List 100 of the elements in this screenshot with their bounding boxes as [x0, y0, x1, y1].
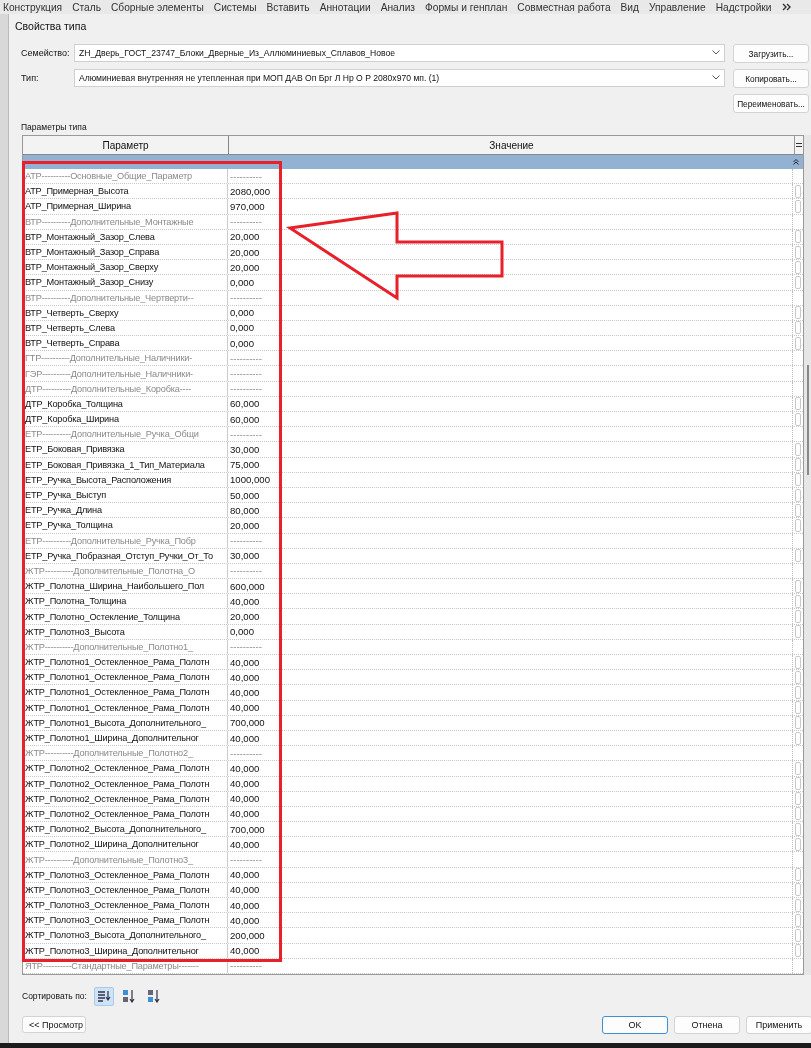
ribbon-tab[interactable]: Сталь: [72, 1, 101, 13]
parameter-value[interactable]: 200,000: [230, 929, 265, 941]
parameter-value[interactable]: 0,000: [230, 337, 254, 349]
parameter-value[interactable]: 0,000: [230, 276, 254, 288]
formula-button[interactable]: [795, 761, 801, 775]
parameter-value[interactable]: 1000,000: [230, 474, 270, 486]
ribbon-tab[interactable]: Надстройки: [715, 1, 772, 13]
formula-button[interactable]: [795, 230, 801, 244]
formula-button[interactable]: [795, 260, 801, 274]
parameter-value[interactable]: 40,000: [230, 914, 260, 926]
parameter-value[interactable]: 20,000: [230, 519, 260, 531]
ribbon-tab[interactable]: Анализ: [380, 1, 416, 13]
formula-button[interactable]: [795, 594, 801, 608]
formula-button[interactable]: [795, 655, 801, 669]
formula-button[interactable]: [795, 549, 801, 563]
formula-button[interactable]: [795, 610, 801, 624]
dialog-button[interactable]: OK: [602, 1015, 668, 1034]
parameter-value[interactable]: ----------: [230, 170, 262, 182]
column-header[interactable]: Параметр: [23, 136, 229, 154]
formula-button[interactable]: [795, 199, 801, 213]
parameter-value[interactable]: ----------: [230, 368, 262, 380]
formula-button[interactable]: [795, 731, 801, 745]
dropdown-field[interactable]: ZH_Дверь_ГОСТ_23747_Блоки_Дверные_Из_Аллюминиевых_Сплавов_Новое: [74, 43, 725, 62]
dialog-button[interactable]: Загрузить...: [733, 44, 809, 63]
parameter-value[interactable]: 40,000: [230, 808, 260, 820]
formula-button[interactable]: [795, 822, 801, 836]
parameter-value[interactable]: 30,000: [230, 443, 260, 455]
formula-button[interactable]: [795, 245, 801, 259]
formula-button[interactable]: [795, 306, 801, 320]
parameter-value[interactable]: ----------: [230, 747, 262, 759]
formula-button[interactable]: [795, 913, 801, 927]
parameter-value[interactable]: 700,000: [230, 823, 265, 835]
chevron-down-icon[interactable]: [712, 50, 720, 55]
parameter-value[interactable]: 40,000: [230, 899, 260, 911]
dialog-button[interactable]: Отнена: [674, 1015, 740, 1034]
dialog-button[interactable]: Копировать...: [733, 69, 809, 88]
parameter-value[interactable]: 40,000: [230, 702, 260, 714]
more-icon[interactable]: [781, 3, 792, 11]
parameter-value[interactable]: 20,000: [230, 261, 260, 273]
formula-button[interactable]: [795, 275, 801, 289]
formula-button[interactable]: [795, 716, 801, 730]
parameter-value[interactable]: 700,000: [230, 717, 265, 729]
parameter-value[interactable]: 0,000: [230, 626, 254, 638]
formula-button[interactable]: [795, 777, 801, 791]
formula-button[interactable]: [795, 685, 801, 699]
ribbon-tab[interactable]: Конструкция: [3, 1, 63, 13]
parameter-value[interactable]: 40,000: [230, 732, 260, 744]
formula-button[interactable]: [795, 701, 801, 715]
formula-button[interactable]: [795, 488, 801, 502]
ribbon-tab[interactable]: Вставить: [266, 1, 310, 13]
parameter-value[interactable]: 80,000: [230, 504, 260, 516]
parameter-value[interactable]: 40,000: [230, 686, 260, 698]
formula-button[interactable]: [795, 883, 801, 897]
parameter-value[interactable]: 60,000: [230, 398, 260, 410]
parameter-value[interactable]: ----------: [230, 565, 262, 577]
equals-icon[interactable]: [796, 143, 802, 147]
parameter-value[interactable]: 60,000: [230, 413, 260, 425]
dialog-button[interactable]: Применить: [746, 1015, 811, 1034]
parameter-value[interactable]: ----------: [230, 960, 262, 972]
column-header[interactable]: Значение: [229, 136, 795, 154]
parameter-value[interactable]: 20,000: [230, 246, 260, 258]
parameter-value[interactable]: ----------: [230, 383, 262, 395]
ribbon-tab[interactable]: Совместная работа: [517, 1, 611, 13]
parameter-value[interactable]: 20,000: [230, 611, 260, 623]
parameter-value[interactable]: 40,000: [230, 884, 260, 896]
formula-button[interactable]: [795, 397, 801, 411]
parameter-value[interactable]: 40,000: [230, 778, 260, 790]
parameter-value[interactable]: 0,000: [230, 322, 254, 334]
formula-button[interactable]: [795, 458, 801, 472]
parameter-value[interactable]: 20,000: [230, 231, 260, 243]
chevron-down-icon[interactable]: [712, 75, 720, 80]
parameter-value[interactable]: 40,000: [230, 838, 260, 850]
parameter-value[interactable]: 0,000: [230, 307, 254, 319]
parameter-value[interactable]: 40,000: [230, 671, 260, 683]
formula-button[interactable]: [795, 944, 801, 958]
ribbon-tab[interactable]: Сборные элементы: [110, 1, 204, 13]
formula-button[interactable]: [795, 518, 801, 532]
formula-button[interactable]: [795, 336, 801, 350]
parameter-value[interactable]: 40,000: [230, 595, 260, 607]
parameter-value[interactable]: 50,000: [230, 489, 260, 501]
formula-button[interactable]: [795, 837, 801, 851]
formula-button[interactable]: [795, 503, 801, 517]
parameter-value[interactable]: 40,000: [230, 762, 260, 774]
ribbon-tab[interactable]: Аннотации: [319, 1, 371, 13]
formula-button[interactable]: [795, 184, 801, 198]
parameter-value[interactable]: 970,000: [230, 200, 265, 212]
parameter-value[interactable]: 30,000: [230, 550, 260, 562]
ribbon-tab[interactable]: Вид: [620, 1, 639, 13]
formula-button[interactable]: [795, 625, 801, 639]
collapse-icon[interactable]: [793, 159, 799, 165]
formula-button[interactable]: [795, 412, 801, 426]
formula-button[interactable]: [795, 321, 801, 335]
parameter-value[interactable]: 40,000: [230, 869, 260, 881]
parameter-value[interactable]: 40,000: [230, 945, 260, 957]
formula-button[interactable]: [795, 792, 801, 806]
dialog-button[interactable]: Переименовать...: [733, 94, 809, 113]
ribbon-tab[interactable]: Формы и генплан: [425, 1, 508, 13]
preview-button[interactable]: << Просмотр: [22, 1016, 86, 1034]
parameter-value[interactable]: ----------: [230, 535, 262, 547]
parameter-value[interactable]: ----------: [230, 428, 262, 440]
